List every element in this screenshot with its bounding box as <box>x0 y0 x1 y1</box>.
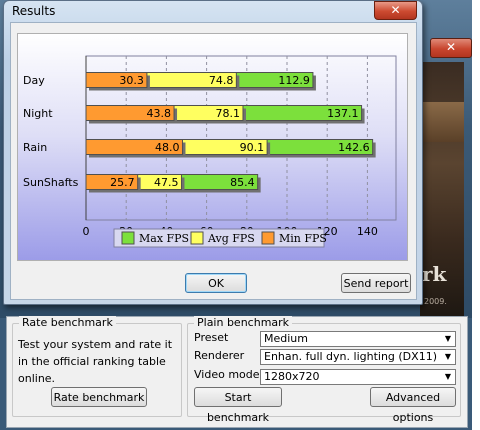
advanced-options-button[interactable]: Advanced options <box>370 387 456 424</box>
data-label: 142.6 <box>338 141 370 154</box>
splash-image: rk 2009. <box>420 62 464 316</box>
data-label: 47.5 <box>154 176 179 189</box>
legend-swatch <box>121 231 135 245</box>
data-label: 85.4 <box>230 176 255 189</box>
splash-logo-text: rk <box>422 262 447 286</box>
chevron-down-icon: ▼ <box>444 334 452 343</box>
data-label: 78.1 <box>215 107 240 120</box>
x-tick-label: 0 <box>83 225 90 238</box>
rate-benchmark-group-title: Rate benchmark <box>19 316 116 329</box>
splash-bridge-graphic <box>420 102 464 142</box>
category-label: Rain <box>23 141 47 154</box>
main-window-close-button[interactable]: ✕ <box>430 38 472 58</box>
rate-benchmark-description: Test your system and rate it in the offi… <box>18 338 173 385</box>
data-label: 48.0 <box>155 141 180 154</box>
category-label: SunShafts <box>23 176 79 189</box>
renderer-select-value: Enhan. full dyn. lighting (DX11) <box>264 350 437 363</box>
data-label: 90.1 <box>240 141 265 154</box>
rate-benchmark-group: Rate benchmark Test your system and rate… <box>12 316 182 417</box>
plain-benchmark-group: Plain benchmark Preset Medium ▼ Renderer… <box>187 316 461 424</box>
main-panel: Rate benchmark Test your system and rate… <box>6 316 468 428</box>
results-dialog-title: Results <box>12 4 56 18</box>
preset-select[interactable]: Medium ▼ <box>260 331 456 347</box>
data-label: 112.9 <box>278 74 310 87</box>
fps-chart: 020406080100120140Day112.974.830.3Night1… <box>17 33 408 261</box>
results-dialog: Results ✕ 020406080100120140Day112.974.8… <box>3 0 423 305</box>
preset-select-value: Medium <box>264 332 308 345</box>
preset-label: Preset <box>194 331 229 344</box>
category-label: Day <box>23 74 45 87</box>
chevron-down-icon: ▼ <box>444 352 452 361</box>
data-label: 25.7 <box>110 176 135 189</box>
data-label: 74.8 <box>209 74 234 87</box>
data-label: 137.1 <box>327 107 359 120</box>
send-report-button[interactable]: Send report <box>341 273 411 293</box>
ok-button[interactable]: OK <box>185 273 247 293</box>
x-tick-label: 140 <box>357 225 378 238</box>
legend-label: Max FPS <box>139 232 189 245</box>
legend-label: Min FPS <box>279 232 327 245</box>
category-label: Night <box>23 107 53 120</box>
plain-benchmark-group-title: Plain benchmark <box>194 316 293 329</box>
legend-swatch <box>261 231 275 245</box>
renderer-label: Renderer <box>194 349 245 362</box>
results-client-area: 020406080100120140Day112.974.830.3Night1… <box>10 22 417 300</box>
renderer-select[interactable]: Enhan. full dyn. lighting (DX11) ▼ <box>260 349 456 365</box>
results-close-button[interactable]: ✕ <box>374 1 417 20</box>
splash-copyright: 2009. <box>424 297 447 306</box>
video-mode-label: Video mode <box>194 368 260 381</box>
video-mode-select-value: 1280x720 <box>264 370 320 383</box>
fps-chart-svg: 020406080100120140Day112.974.830.3Night1… <box>23 55 397 248</box>
rate-benchmark-button[interactable]: Rate benchmark <box>51 387 147 407</box>
start-benchmark-button[interactable]: Start benchmark <box>194 387 282 424</box>
data-label: 43.8 <box>147 107 172 120</box>
chevron-down-icon: ▼ <box>444 372 452 381</box>
legend-swatch <box>190 231 204 245</box>
data-label: 30.3 <box>119 74 144 87</box>
video-mode-select[interactable]: 1280x720 ▼ <box>260 369 456 385</box>
legend-label: Avg FPS <box>207 232 255 245</box>
